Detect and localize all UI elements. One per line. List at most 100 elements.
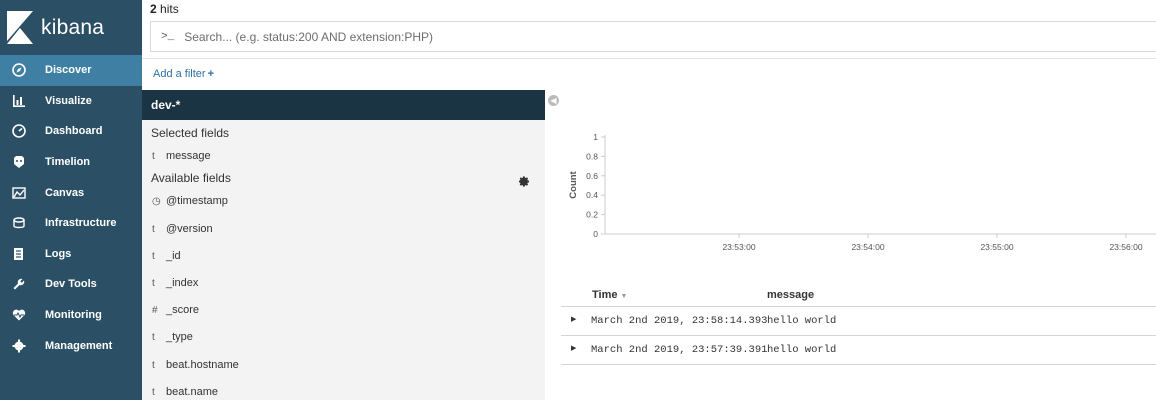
- expand-caret-icon[interactable]: ▶: [571, 344, 576, 352]
- heartbeat-icon: [11, 307, 27, 323]
- histogram-chart: 0 0.2 0.4 0.6 0.8 1 23:53:00 23:54:00 23:55:00 23…: [568, 132, 1156, 252]
- cell-message: hello world: [767, 315, 837, 327]
- field-type-icon: t: [152, 331, 155, 343]
- field-item[interactable]: t @version: [142, 223, 213, 235]
- cell-time: March 2nd 2019, 23:58:14.393: [591, 315, 768, 327]
- x-tick-label: 23:54:00: [851, 242, 884, 252]
- field-name: _index: [166, 277, 199, 289]
- nav-item-label: Visualize: [45, 94, 92, 107]
- field-item[interactable]: t beat.name: [142, 386, 218, 398]
- x-tick-label: 23:55:00: [980, 242, 1013, 252]
- field-name: _score: [166, 304, 200, 316]
- field-sidebar: dev-* Selected fields Available fields t…: [142, 90, 545, 400]
- field-name: _type: [166, 331, 193, 343]
- field-item[interactable]: t beat.hostname: [142, 359, 239, 371]
- field-name: beat.name: [166, 386, 218, 398]
- compass-icon: [11, 62, 27, 78]
- kibana-logo-icon: [7, 11, 33, 44]
- y-tick-label: 0.6: [586, 171, 598, 181]
- bar-chart-icon: [11, 93, 27, 109]
- nav-item-monitoring[interactable]: Monitoring: [0, 300, 142, 331]
- field-name: beat.hostname: [166, 359, 239, 371]
- table-row[interactable]: ▶ March 2nd 2019, 23:58:14.393 hello wor…: [561, 307, 1156, 336]
- nav-item-label: Infrastructure: [45, 217, 117, 230]
- field-item[interactable]: ◷ @timestamp: [142, 195, 228, 207]
- row-divider: [561, 364, 1156, 365]
- nav-item-management[interactable]: Management: [0, 330, 142, 361]
- hit-count-value: 2: [150, 2, 157, 16]
- field-type-icon: #: [152, 304, 158, 316]
- available-fields-title: Available fields: [151, 171, 231, 185]
- infrastructure-icon: [11, 215, 27, 231]
- field-type-icon: t: [152, 277, 155, 289]
- main-nav: Discover Visualize Dashboard Timelion Canvas…: [0, 55, 142, 361]
- field-name: @version: [166, 223, 213, 235]
- search-bar[interactable]: >_: [150, 21, 1156, 52]
- sidebar: kibana Discover Visualize Dashboard Timelio…: [0, 0, 142, 400]
- sort-caret-icon[interactable]: ▼: [621, 293, 628, 300]
- column-header-time[interactable]: Time ▼: [592, 289, 627, 301]
- nav-item-logs[interactable]: Logs: [0, 239, 142, 270]
- index-pattern-label: dev-*: [151, 98, 181, 112]
- field-item[interactable]: t _id: [142, 250, 181, 262]
- field-type-icon: t: [152, 359, 155, 371]
- query-prompt-icon: >_: [161, 30, 175, 43]
- y-tick-label: 1: [593, 132, 598, 142]
- add-filter-label: Add a filter: [153, 68, 206, 80]
- field-name: _id: [166, 250, 181, 262]
- kibana-logo[interactable]: kibana: [0, 0, 142, 55]
- field-item[interactable]: # _score: [142, 304, 199, 316]
- nav-item-label: Dashboard: [45, 125, 103, 138]
- nav-item-label: Discover: [45, 64, 92, 77]
- field-settings-gear-icon[interactable]: [518, 174, 530, 187]
- nav-item-discover[interactable]: Discover: [0, 55, 142, 86]
- index-pattern-selector[interactable]: dev-*: [142, 90, 545, 120]
- field-type-icon: t: [152, 223, 155, 235]
- nav-item-label: Canvas: [45, 186, 85, 199]
- nav-item-label: Logs: [45, 247, 72, 260]
- nav-item-visualize[interactable]: Visualize: [0, 86, 142, 117]
- nav-item-label: Dev Tools: [45, 278, 97, 291]
- gear-icon: [11, 338, 27, 354]
- y-tick-label: 0.2: [586, 210, 598, 220]
- hit-count-label: hits: [160, 2, 179, 16]
- field-item[interactable]: t _type: [142, 331, 193, 343]
- expand-caret-icon[interactable]: ▶: [571, 315, 576, 323]
- logs-icon: [11, 246, 27, 262]
- x-tick-label: 23:53:00: [722, 242, 755, 252]
- canvas-icon: [11, 185, 27, 201]
- cell-message: hello world: [767, 344, 837, 356]
- y-tick-label: 0.8: [586, 151, 598, 161]
- field-type-icon: t: [152, 150, 155, 162]
- nav-item-timelion[interactable]: Timelion: [0, 147, 142, 178]
- x-tick-label: 23:56:00: [1109, 242, 1142, 252]
- nav-item-canvas[interactable]: Canvas: [0, 177, 142, 208]
- chevron-left-icon: ◀: [550, 96, 557, 105]
- hit-count: 2 hits: [150, 2, 179, 16]
- field-type-icon: ◷: [152, 195, 161, 207]
- filter-bar: Add a filter +: [142, 58, 1156, 90]
- field-type-icon: t: [152, 250, 155, 262]
- column-header-message: message: [767, 289, 815, 301]
- nav-item-label: Timelion: [45, 156, 91, 169]
- field-item[interactable]: t _index: [142, 277, 198, 289]
- nav-item-label: Monitoring: [45, 309, 102, 322]
- nav-item-dashboard[interactable]: Dashboard: [0, 116, 142, 147]
- plus-icon: +: [207, 68, 215, 80]
- cell-time: March 2nd 2019, 23:57:39.391: [591, 344, 768, 356]
- search-input[interactable]: [184, 29, 785, 44]
- logo-text: kibana: [41, 15, 105, 39]
- add-filter-button[interactable]: Add a filter +: [153, 68, 214, 80]
- nav-item-dev-tools[interactable]: Dev Tools: [0, 269, 142, 300]
- table-row[interactable]: ▶ March 2nd 2019, 23:57:39.391 hello wor…: [561, 336, 1156, 365]
- field-item[interactable]: t message: [142, 150, 211, 162]
- y-axis-label: Count: [568, 170, 579, 198]
- y-tick-label: 0: [593, 229, 598, 239]
- collapse-sidebar-button[interactable]: ◀: [548, 95, 559, 106]
- field-name: message: [166, 150, 211, 162]
- wrench-icon: [11, 276, 27, 292]
- nav-item-infrastructure[interactable]: Infrastructure: [0, 208, 142, 239]
- nav-item-label: Management: [45, 339, 113, 352]
- dashboard-icon: [11, 123, 27, 139]
- field-name: @timestamp: [166, 195, 228, 207]
